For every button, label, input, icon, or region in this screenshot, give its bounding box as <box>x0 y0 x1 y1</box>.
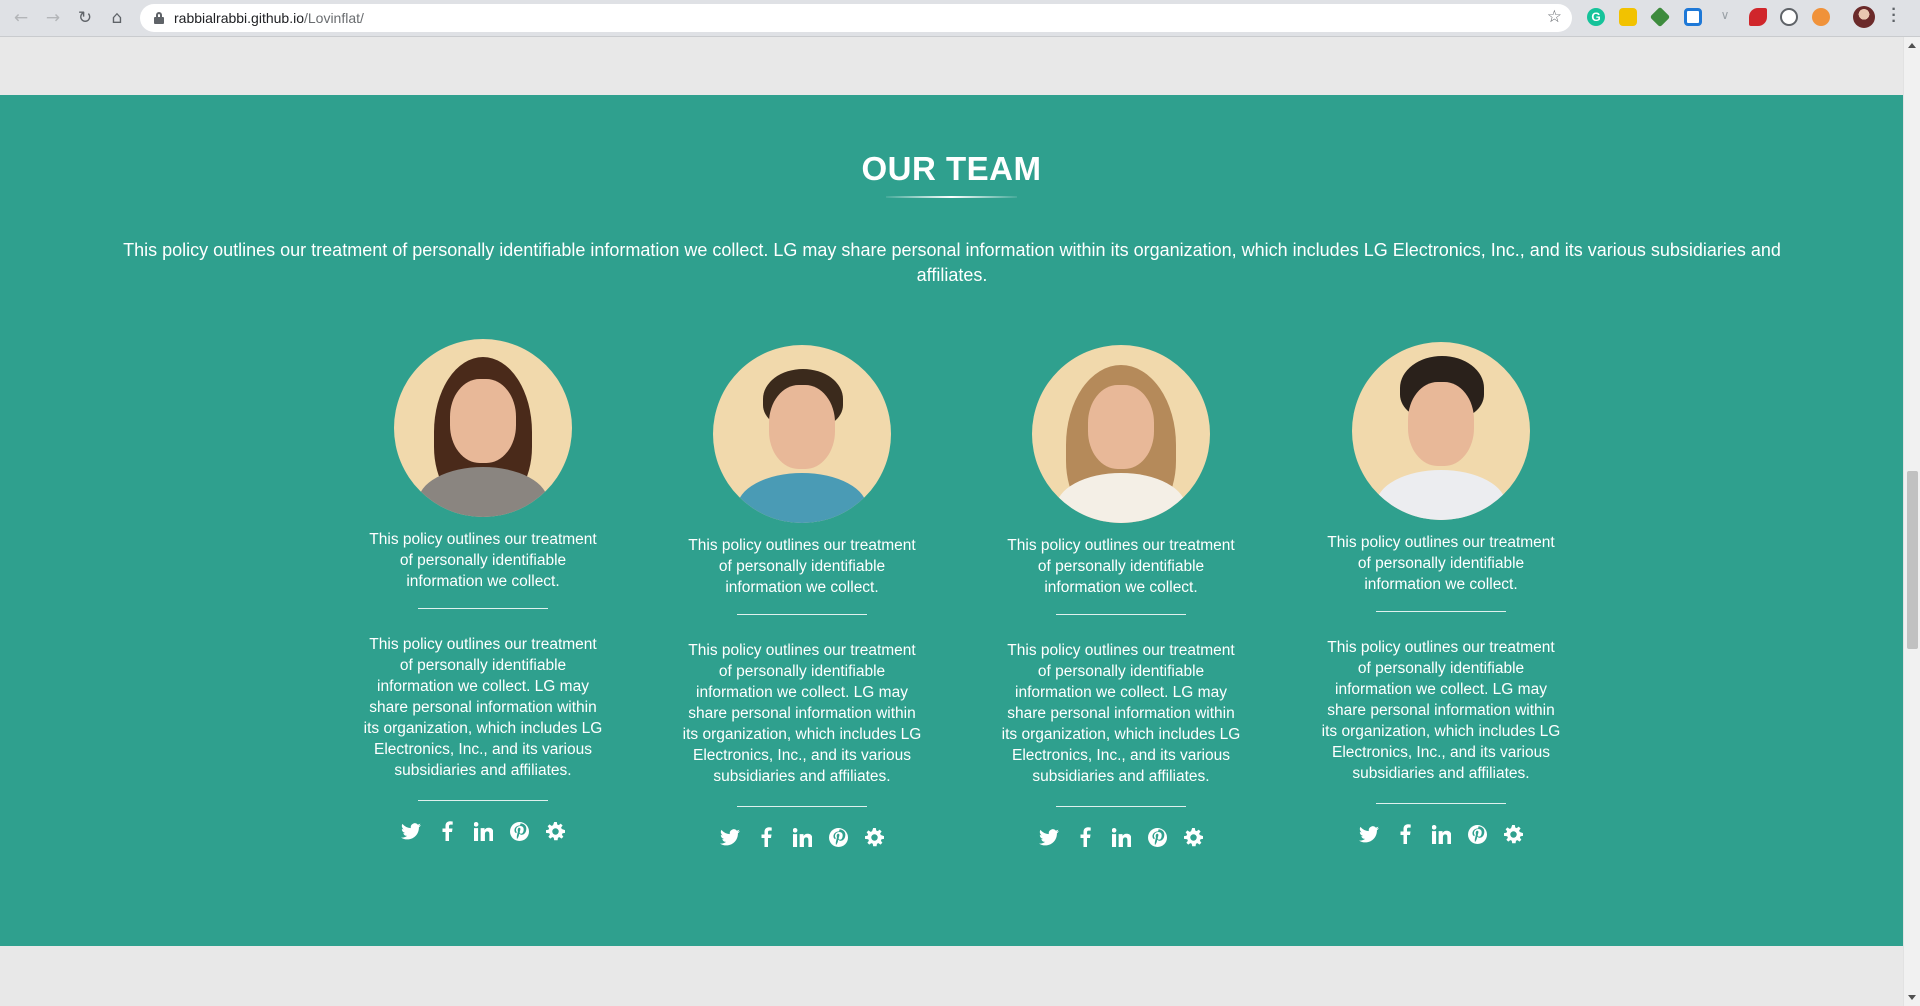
orange-extension-icon[interactable] <box>1812 8 1830 26</box>
section-intro: This policy outlines our treatment of pe… <box>123 240 1781 285</box>
facebook-icon[interactable] <box>755 825 777 849</box>
social-links <box>1318 821 1564 847</box>
title-underline <box>886 196 1017 198</box>
facebook-icon[interactable] <box>1074 825 1096 849</box>
gear-icon[interactable] <box>544 819 566 843</box>
team-member-card: This policy outlines our treatment of pe… <box>360 339 606 844</box>
member-bio-short: This policy outlines our treatment of pe… <box>1327 534 1555 593</box>
blue-square-extension-icon[interactable] <box>1684 8 1702 26</box>
member-bio-long: This policy outlines our treatment of pe… <box>1321 639 1561 782</box>
browser-toolbar: ← → ↻ ⌂ rabbialrabbi.github.io/Lovinflat… <box>0 0 1920 37</box>
pinterest-icon[interactable] <box>827 825 849 849</box>
pinterest-icon[interactable] <box>508 819 530 843</box>
next-section <box>0 946 1903 1006</box>
divider <box>1056 614 1186 615</box>
divider <box>418 800 548 801</box>
social-links <box>998 824 1244 850</box>
linkedin-icon[interactable] <box>791 825 813 849</box>
green-extension-icon[interactable] <box>1649 6 1671 28</box>
linkedin-icon[interactable] <box>1110 825 1132 849</box>
social-links <box>679 824 925 850</box>
notes-extension-icon[interactable] <box>1619 8 1637 26</box>
divider <box>1376 803 1506 804</box>
team-member-card: This policy outlines our treatment of pe… <box>998 345 1244 850</box>
home-icon[interactable]: ⌂ <box>104 6 130 30</box>
member-photo <box>394 339 572 517</box>
scroll-up-arrow-icon[interactable] <box>1908 43 1916 48</box>
scrollbar-thumb[interactable] <box>1907 471 1918 649</box>
url-text: rabbialrabbi.github.io/Lovinflat/ <box>174 10 364 26</box>
member-photo <box>713 345 891 523</box>
member-bio-long: This policy outlines our treatment of pe… <box>682 642 922 785</box>
back-arrow-icon[interactable]: ← <box>8 6 34 30</box>
member-bio-short: This policy outlines our treatment of pe… <box>688 537 916 596</box>
member-bio-short: This policy outlines our treatment of pe… <box>1007 537 1235 596</box>
twitter-icon[interactable] <box>719 825 741 849</box>
social-links <box>360 818 606 844</box>
member-bio-short: This policy outlines our treatment of pe… <box>369 531 597 590</box>
divider <box>1376 611 1506 612</box>
member-bio-long: This policy outlines our treatment of pe… <box>1001 642 1241 785</box>
red-extension-icon[interactable] <box>1749 8 1767 26</box>
gear-icon[interactable] <box>1502 822 1524 846</box>
twitter-icon[interactable] <box>400 819 422 843</box>
gear-icon[interactable] <box>1182 825 1204 849</box>
vertical-scrollbar[interactable] <box>1903 37 1920 1006</box>
grammarly-icon[interactable]: G <box>1587 8 1605 26</box>
section-title: OUR TEAM <box>861 150 1042 187</box>
lock-icon <box>154 12 164 24</box>
facebook-icon[interactable] <box>1394 822 1416 846</box>
member-photo <box>1032 345 1210 523</box>
divider <box>418 608 548 609</box>
gear-icon[interactable] <box>863 825 885 849</box>
linkedin-icon[interactable] <box>1430 822 1452 846</box>
member-photo <box>1352 342 1530 520</box>
divider <box>737 806 867 807</box>
scroll-down-arrow-icon[interactable] <box>1908 995 1916 1000</box>
page-viewport: OUR TEAM This policy outlines our treatm… <box>0 37 1903 1006</box>
team-member-card: This policy outlines our treatment of pe… <box>679 345 925 850</box>
team-member-card: This policy outlines our treatment of pe… <box>1318 342 1564 847</box>
bookmark-star-icon[interactable]: ☆ <box>1547 7 1562 27</box>
forward-arrow-icon[interactable]: → <box>40 6 66 30</box>
member-bio-long: This policy outlines our treatment of pe… <box>363 636 603 779</box>
twitter-icon[interactable] <box>1358 822 1380 846</box>
linkedin-icon[interactable] <box>472 819 494 843</box>
address-bar[interactable]: rabbialrabbi.github.io/Lovinflat/ ☆ <box>140 4 1572 32</box>
circle-extension-icon[interactable] <box>1780 8 1798 26</box>
v-extension-icon[interactable]: ∨ <box>1716 8 1734 26</box>
our-team-section: OUR TEAM This policy outlines our treatm… <box>0 95 1903 946</box>
url-host: rabbialrabbi.github.io <box>174 10 304 26</box>
facebook-icon[interactable] <box>436 819 458 843</box>
pinterest-icon[interactable] <box>1146 825 1168 849</box>
url-path: /Lovinflat/ <box>303 10 364 26</box>
divider <box>1056 806 1186 807</box>
divider <box>737 614 867 615</box>
twitter-icon[interactable] <box>1038 825 1060 849</box>
menu-kebab-icon[interactable]: · · · <box>1891 2 1897 30</box>
profile-avatar[interactable] <box>1853 6 1875 28</box>
pinterest-icon[interactable] <box>1466 822 1488 846</box>
reload-icon[interactable]: ↻ <box>72 6 98 30</box>
